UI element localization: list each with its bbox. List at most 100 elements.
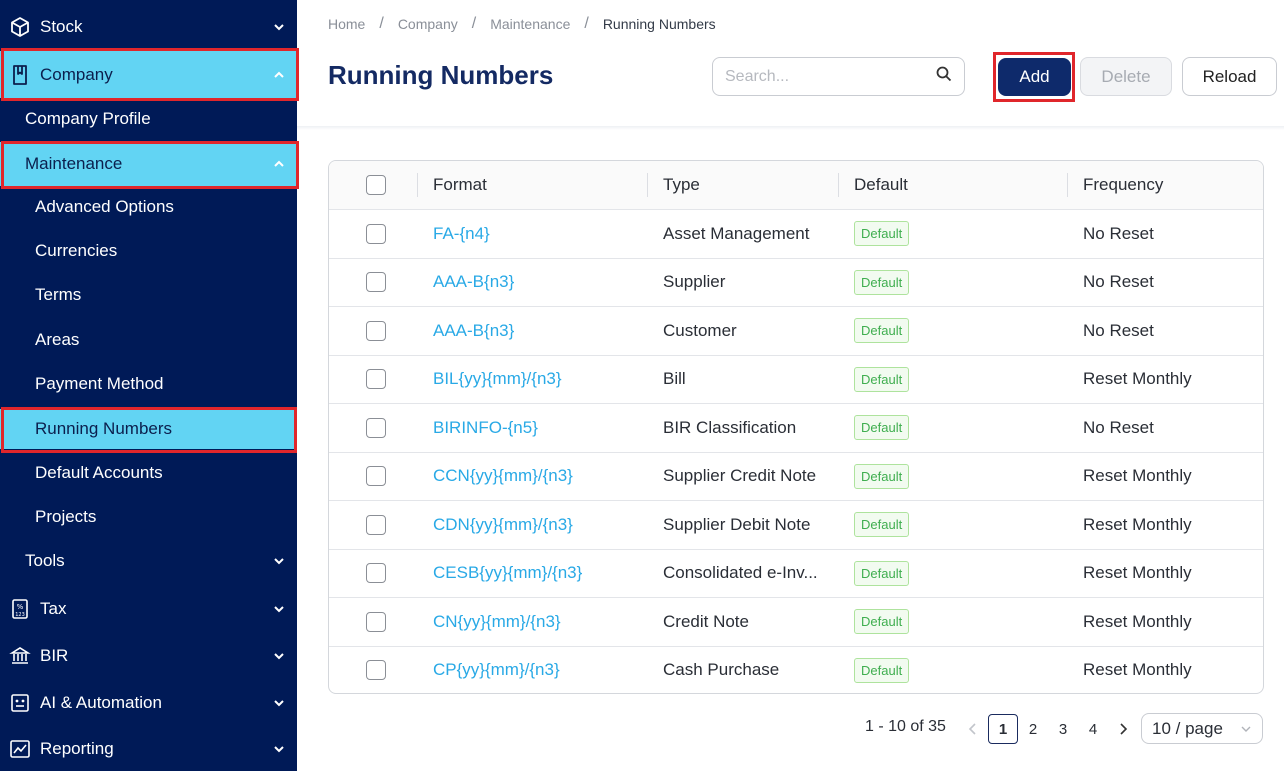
- row-checkbox[interactable]: [366, 272, 386, 293]
- row-checkbox[interactable]: [366, 563, 386, 584]
- breadcrumb-company[interactable]: Company: [398, 16, 458, 32]
- svg-text:123: 123: [15, 612, 25, 618]
- table-row[interactable]: FA-{n4} Asset Management Default No Rese…: [329, 209, 1263, 258]
- sidebar-item-label: Default Accounts: [35, 463, 163, 482]
- sidebar-item-label: BIR: [40, 645, 69, 665]
- sidebar-item-maintenance[interactable]: Maintenance: [0, 142, 297, 186]
- sidebar-item-label: Company Profile: [25, 109, 151, 128]
- sidebar-item-label: Advanced Options: [35, 197, 174, 216]
- column-header-default[interactable]: Default: [854, 161, 908, 209]
- sidebar-item-label: Payment Method: [35, 374, 164, 393]
- type-cell: Supplier: [663, 272, 726, 292]
- type-cell: Bill: [663, 369, 686, 389]
- sidebar-item-projects[interactable]: Projects: [0, 495, 297, 539]
- sidebar-item-label: Tax: [40, 598, 67, 618]
- format-link[interactable]: FA-{n4}: [433, 210, 490, 258]
- sidebar-item-label: Maintenance: [25, 154, 123, 173]
- sidebar-item-tax[interactable]: % 123 Tax: [0, 586, 297, 631]
- row-checkbox[interactable]: [366, 320, 386, 341]
- sidebar-item-reporting[interactable]: Reporting: [0, 727, 297, 771]
- breadcrumb-home[interactable]: Home: [328, 16, 365, 32]
- table-row[interactable]: CN{yy}{mm}/{n3} Credit Note Default Rese…: [329, 597, 1263, 646]
- default-badge: Default: [854, 415, 910, 441]
- sidebar-item-tools[interactable]: Tools: [0, 539, 297, 583]
- frequency-cell: No Reset: [1083, 417, 1154, 437]
- table-row[interactable]: CDN{yy}{mm}/{n3} Supplier Debit Note Def…: [329, 500, 1263, 549]
- sidebar-item-label: Reporting: [40, 739, 114, 758]
- type-cell: Supplier Debit Note: [663, 514, 811, 534]
- sidebar-item-label: Tools: [25, 551, 65, 570]
- row-checkbox[interactable]: [366, 223, 386, 244]
- sidebar-item-running-numbers[interactable]: Running Numbers: [0, 409, 297, 449]
- type-cell: Cash Purchase: [663, 660, 780, 680]
- column-divider: [647, 173, 648, 197]
- chevron-up-icon: [273, 69, 285, 81]
- column-header-type[interactable]: Type: [663, 161, 833, 209]
- sidebar-item-label: Stock: [40, 16, 83, 36]
- breadcrumb-separator: /: [379, 15, 384, 32]
- sidebar-item-stock[interactable]: Stock: [0, 4, 297, 49]
- breadcrumb-maintenance[interactable]: Maintenance: [490, 16, 570, 32]
- default-badge: Default: [854, 221, 910, 247]
- sidebar: Stock Company Company Profile Maintenanc…: [0, 0, 299, 771]
- row-checkbox[interactable]: [366, 369, 386, 390]
- percent-icon: % 123: [9, 598, 31, 620]
- row-checkbox[interactable]: [366, 466, 386, 487]
- default-badge: Default: [854, 609, 910, 635]
- chevron-down-icon: [273, 697, 285, 709]
- page-3[interactable]: 3: [1048, 714, 1078, 744]
- sidebar-item-currencies[interactable]: Currencies: [0, 229, 297, 273]
- column-header-format[interactable]: Format: [433, 161, 487, 209]
- table-row[interactable]: AAA-B{n3} Supplier Default No Reset: [329, 257, 1263, 307]
- row-checkbox[interactable]: [366, 417, 386, 438]
- delete-button[interactable]: Delete: [1080, 57, 1172, 96]
- chevron-down-icon: [273, 603, 285, 615]
- table-row[interactable]: AAA-B{n3} Customer Default No Reset: [329, 306, 1263, 355]
- sidebar-item-company[interactable]: Company: [0, 51, 297, 98]
- format-link[interactable]: AAA-B{n3}: [433, 307, 514, 355]
- page-1[interactable]: 1: [988, 714, 1018, 744]
- format-link[interactable]: AAA-B{n3}: [433, 259, 514, 307]
- add-button[interactable]: Add: [998, 58, 1071, 96]
- table-row[interactable]: CESB{yy}{mm}/{n3} Consolidated e-Inv... …: [329, 548, 1263, 598]
- table-row[interactable]: BIL{yy}{mm}/{n3} Bill Default Reset Mont…: [329, 354, 1263, 404]
- chevron-left-icon[interactable]: [963, 714, 983, 744]
- chevron-right-icon[interactable]: [1113, 714, 1133, 744]
- chevron-up-icon: [273, 158, 285, 170]
- sidebar-item-company-profile[interactable]: Company Profile: [0, 97, 297, 141]
- column-header-frequency[interactable]: Frequency: [1083, 161, 1163, 209]
- page-2[interactable]: 2: [1018, 714, 1048, 744]
- format-link[interactable]: CDN{yy}{mm}/{n3}: [433, 501, 573, 549]
- page-4[interactable]: 4: [1078, 714, 1108, 744]
- page-title: Running Numbers: [328, 60, 554, 90]
- table-row[interactable]: BIRINFO-{n5} BIR Classification Default …: [329, 403, 1263, 452]
- frequency-cell: No Reset: [1083, 272, 1154, 292]
- sidebar-item-default-accounts[interactable]: Default Accounts: [0, 451, 297, 495]
- sidebar-item-ai-automation[interactable]: AI & Automation: [0, 680, 297, 725]
- table-row[interactable]: CCN{yy}{mm}/{n3} Supplier Credit Note De…: [329, 451, 1263, 501]
- type-cell: Customer: [663, 320, 737, 340]
- row-checkbox[interactable]: [366, 514, 386, 535]
- format-link[interactable]: BIL{yy}{mm}/{n3}: [433, 356, 562, 404]
- sidebar-item-payment-method[interactable]: Payment Method: [0, 362, 297, 406]
- type-cell: Asset Management: [663, 223, 810, 243]
- frequency-cell: Reset Monthly: [1083, 660, 1192, 680]
- sidebar-item-terms[interactable]: Terms: [0, 273, 297, 317]
- sidebar-item-bir[interactable]: BIR: [0, 633, 297, 678]
- select-all-checkbox[interactable]: [366, 175, 386, 195]
- sidebar-item-advanced-options[interactable]: Advanced Options: [0, 185, 297, 229]
- table-row[interactable]: CP{yy}{mm}/{n3} Cash Purchase Default Re…: [329, 645, 1263, 694]
- row-checkbox[interactable]: [366, 660, 386, 681]
- format-link[interactable]: CCN{yy}{mm}/{n3}: [433, 453, 573, 501]
- format-link[interactable]: CESB{yy}{mm}/{n3}: [433, 550, 582, 598]
- format-link[interactable]: CP{yy}{mm}/{n3}: [433, 647, 560, 694]
- row-checkbox[interactable]: [366, 611, 386, 632]
- format-link[interactable]: BIRINFO-{n5}: [433, 404, 538, 452]
- reload-button[interactable]: Reload: [1182, 57, 1277, 96]
- page-size-select[interactable]: 10 / page: [1141, 713, 1263, 744]
- search-input[interactable]: Search...: [712, 57, 965, 96]
- default-badge: Default: [854, 366, 910, 392]
- sidebar-item-areas[interactable]: Areas: [0, 318, 297, 362]
- format-link[interactable]: CN{yy}{mm}/{n3}: [433, 598, 561, 646]
- type-cell: Consolidated e-Inv...: [663, 563, 818, 583]
